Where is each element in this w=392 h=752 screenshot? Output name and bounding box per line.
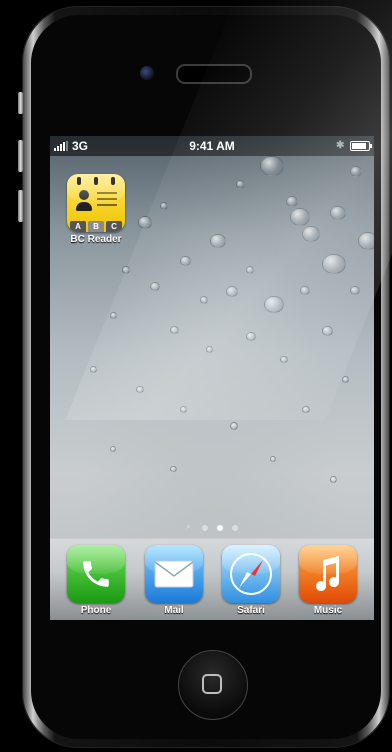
mail-icon xyxy=(145,545,203,603)
status-right: ✱ xyxy=(336,140,372,152)
dock-app-phone[interactable]: Phone xyxy=(66,545,126,616)
page-dot[interactable] xyxy=(202,524,208,531)
page-dot-active[interactable] xyxy=(217,524,223,531)
page-indicator[interactable]: ⌕ xyxy=(50,523,374,531)
music-note-glyph xyxy=(299,545,357,603)
handset-glyph xyxy=(67,545,125,603)
home-screen: 3G 9:41 AM ✱ A B C BC Reader ⌕ Phone Mai… xyxy=(50,136,374,620)
app-label: Safari xyxy=(237,605,265,616)
battery-icon xyxy=(350,141,372,151)
status-time: 9:41 AM xyxy=(189,139,235,153)
bluetooth-icon: ✱ xyxy=(336,140,345,151)
app-label: Music xyxy=(313,605,343,616)
card-lines xyxy=(97,192,117,210)
volume-down-button[interactable] xyxy=(18,190,23,222)
earpiece-speaker xyxy=(176,64,252,84)
dock-app-music[interactable]: Music xyxy=(298,545,358,616)
dock: Phone Mail Safari Music xyxy=(50,538,374,620)
dock-app-safari[interactable]: Safari xyxy=(221,545,281,616)
mute-switch[interactable] xyxy=(18,92,23,114)
binder-rings xyxy=(77,177,115,185)
home-button[interactable] xyxy=(178,650,248,720)
dock-app-mail[interactable]: Mail xyxy=(144,545,204,616)
index-tabs: A B C xyxy=(70,221,122,232)
phone-icon xyxy=(67,545,125,603)
contact-person-glyph xyxy=(76,190,92,212)
envelope-glyph xyxy=(145,545,203,603)
spotlight-search-icon[interactable]: ⌕ xyxy=(186,523,193,531)
home-square-icon xyxy=(202,674,222,694)
index-tab-a: A xyxy=(70,221,86,232)
safari-icon xyxy=(222,545,280,603)
bc-reader-icon: A B C xyxy=(67,174,125,232)
app-label: BC Reader xyxy=(70,234,122,245)
index-tab-c: C xyxy=(106,221,122,232)
front-camera xyxy=(140,66,154,80)
page-dot[interactable] xyxy=(232,524,238,531)
status-bar: 3G 9:41 AM ✱ xyxy=(50,136,374,156)
app-label: Phone xyxy=(80,605,112,616)
volume-up-button[interactable] xyxy=(18,140,23,172)
app-label: Mail xyxy=(164,605,184,616)
compass-glyph xyxy=(222,545,280,603)
music-icon xyxy=(299,545,357,603)
index-tab-b: B xyxy=(88,221,104,232)
app-bc-reader[interactable]: A B C BC Reader xyxy=(66,174,126,245)
